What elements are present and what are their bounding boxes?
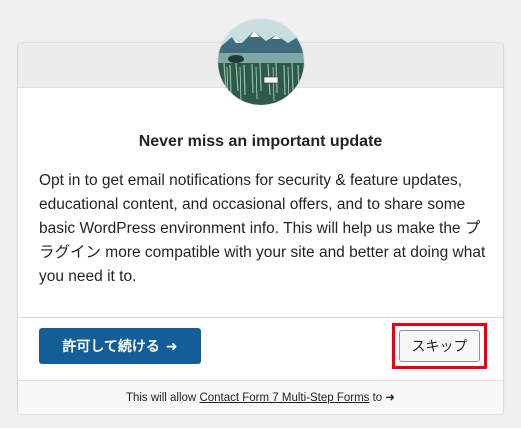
plugin-landscape-icon — [218, 19, 304, 105]
permissions-suffix: to — [369, 392, 386, 404]
dialog-title: Never miss an important update — [138, 133, 383, 150]
permissions-arrow-icon[interactable]: ➜ — [385, 392, 395, 404]
plugin-link[interactable]: Contact Form 7 Multi-Step Forms — [199, 392, 369, 404]
allow-button-label: 許可して続ける — [62, 338, 160, 354]
dialog-description: Opt in to get email notifications for se… — [39, 172, 486, 285]
arrow-right-icon: ➜ — [165, 338, 178, 354]
opt-in-dialog: Never miss an important update Opt in to… — [18, 19, 503, 414]
permissions-prefix: This will allow — [125, 392, 200, 404]
allow-and-continue-button[interactable]: 許可して続ける ➜ — [39, 328, 201, 364]
permissions-notice: This will allow Contact Form 7 Multi-Ste… — [18, 390, 503, 404]
actions-divider — [18, 317, 503, 318]
skip-button[interactable]: スキップ — [399, 330, 480, 362]
dialog-footer: This will allow Contact Form 7 Multi-Ste… — [18, 380, 503, 414]
